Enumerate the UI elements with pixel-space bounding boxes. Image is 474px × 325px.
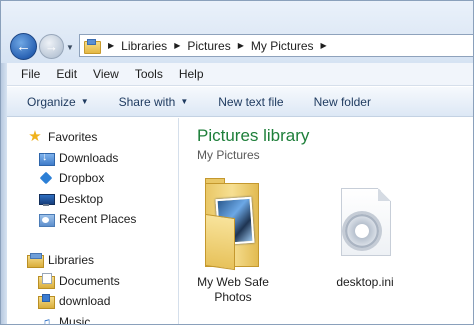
chevron-down-icon: ▼ — [66, 42, 74, 52]
file-item-desktop-ini[interactable]: desktop.ini — [320, 176, 410, 290]
breadcrumb-arrow-icon[interactable]: ▶ — [108, 41, 114, 50]
menu-help[interactable]: Help — [179, 67, 204, 81]
nav-documents[interactable]: Documents — [38, 271, 120, 291]
breadcrumb-arrow-icon[interactable]: ▶ — [321, 41, 327, 50]
nav-favorites-label: Favorites — [48, 130, 98, 144]
file-label: My Web Safe Photos — [188, 275, 278, 305]
menu-edit[interactable]: Edit — [56, 67, 77, 81]
file-item-my-web-safe-photos[interactable]: My Web Safe Photos — [188, 176, 278, 305]
organize-button[interactable]: Organize ▼ — [27, 95, 89, 109]
nav-music[interactable]: ♫ Music — [38, 312, 91, 325]
new-folder-button[interactable]: New folder — [314, 95, 371, 109]
recent-pages-dropdown[interactable]: ▼ — [65, 42, 75, 52]
libraries-icon — [27, 252, 44, 268]
nav-libraries[interactable]: Libraries — [27, 250, 94, 270]
nav-download[interactable]: download — [38, 291, 110, 311]
command-bar: Organize ▼ Share with ▼ New text file Ne… — [7, 87, 473, 117]
nav-dropbox-label: Dropbox — [59, 171, 105, 185]
nav-desktop-label: Desktop — [59, 192, 104, 206]
arrow-left-icon: ← — [16, 38, 31, 55]
library-title: Pictures library — [197, 126, 310, 145]
address-bar[interactable]: ▶ Libraries ▶ Pictures ▶ My Pictures ▶ — [79, 34, 473, 57]
file-label-line2: Photos — [214, 290, 252, 304]
document-fold — [378, 188, 391, 201]
content-pane: Pictures library My Pictures My Web Safe… — [180, 118, 473, 324]
downloads-folder-icon — [38, 150, 55, 166]
breadcrumb-arrow-icon[interactable]: ▶ — [238, 41, 244, 50]
pictures-library-icon — [84, 39, 101, 54]
settings-file-icon — [335, 176, 395, 271]
recent-places-icon — [38, 211, 55, 227]
chevron-down-icon: ▼ — [180, 97, 189, 106]
library-subtitle: My Pictures — [197, 148, 260, 162]
arrow-right-icon: → — [45, 39, 58, 54]
nav-documents-label: Documents — [59, 274, 120, 288]
explorer-window: ← → ▼ ▶ Libraries ▶ Pictures ▶ My Pictur… — [0, 0, 474, 325]
new-text-file-button[interactable]: New text file — [218, 95, 283, 109]
breadcrumb-arrow-icon[interactable]: ▶ — [174, 41, 180, 50]
file-label-line1: My Web Safe — [197, 275, 269, 289]
desktop-icon — [38, 191, 55, 207]
forward-button[interactable]: → — [39, 34, 64, 59]
nav-music-label: Music — [59, 315, 91, 325]
breadcrumb-pictures[interactable]: Pictures — [187, 39, 230, 53]
nav-downloads-label: Downloads — [59, 151, 119, 165]
folder-with-photo-icon — [203, 176, 263, 271]
folder-front — [205, 213, 235, 271]
menu-view[interactable]: View — [93, 67, 119, 81]
chevron-down-icon: ▼ — [80, 97, 89, 106]
breadcrumb-my-pictures[interactable]: My Pictures — [251, 39, 314, 53]
star-icon: ★ — [28, 128, 42, 145]
organize-label: Organize — [27, 94, 76, 109]
nav-favorites[interactable]: ★ Favorites — [27, 127, 97, 147]
nav-download-label: download — [59, 294, 111, 308]
download-library-icon — [38, 293, 55, 309]
nav-recent-places-label: Recent Places — [59, 212, 137, 226]
nav-downloads[interactable]: Downloads — [38, 148, 118, 168]
nav-libraries-label: Libraries — [48, 253, 95, 267]
menu-bar: File Edit View Tools Help — [7, 63, 473, 86]
title-bar: ← → ▼ ▶ Libraries ▶ Pictures ▶ My Pictur… — [1, 1, 473, 63]
navigation-pane: ★ Favorites Downloads Dropbox Desktop Re… — [7, 118, 179, 325]
nav-recent-places[interactable]: Recent Places — [38, 209, 136, 229]
music-icon: ♫ — [40, 314, 52, 325]
menu-tools[interactable]: Tools — [135, 67, 163, 81]
gear-icon — [345, 214, 379, 248]
nav-dropbox[interactable]: Dropbox — [38, 168, 104, 188]
breadcrumb-libraries[interactable]: Libraries — [121, 39, 167, 53]
back-button[interactable]: ← — [10, 33, 37, 60]
menu-file[interactable]: File — [21, 67, 40, 81]
share-with-button[interactable]: Share with ▼ — [119, 95, 189, 109]
file-label: desktop.ini — [320, 275, 410, 290]
dropbox-icon — [38, 170, 54, 186]
documents-library-icon — [38, 273, 55, 289]
file-label-line1: desktop.ini — [336, 275, 394, 289]
nav-desktop[interactable]: Desktop — [38, 189, 103, 209]
share-with-label: Share with — [118, 94, 176, 109]
